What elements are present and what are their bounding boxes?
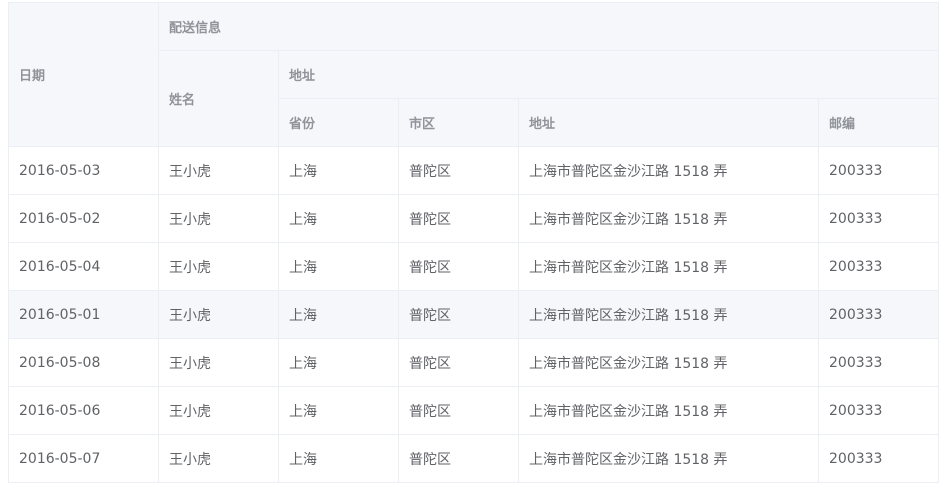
cell-zip: 200333 bbox=[817, 146, 940, 195]
table-header: 日期 配送信息 姓名 地址 省份 市区 地址 邮编 bbox=[8, 2, 940, 147]
header-delivery-info: 配送信息 bbox=[157, 2, 940, 51]
cell-zip: 200333 bbox=[817, 242, 940, 291]
cell-date: 2016-05-08 bbox=[8, 338, 159, 387]
cell-date: 2016-05-02 bbox=[8, 194, 159, 243]
table-row[interactable]: 2016-05-04 王小虎 上海 普陀区 上海市普陀区金沙江路 1518 弄 … bbox=[8, 242, 940, 291]
header-address: 地址 bbox=[518, 98, 819, 147]
cell-province: 上海 bbox=[278, 146, 399, 195]
cell-date: 2016-05-01 bbox=[8, 290, 159, 339]
table-row[interactable]: 2016-05-07 王小虎 上海 普陀区 上海市普陀区金沙江路 1518 弄 … bbox=[8, 434, 940, 483]
table-body: 2016-05-03 王小虎 上海 普陀区 上海市普陀区金沙江路 1518 弄 … bbox=[8, 146, 940, 483]
cell-address: 上海市普陀区金沙江路 1518 弄 bbox=[518, 242, 819, 291]
delivery-table-container: 日期 配送信息 姓名 地址 省份 市区 地址 邮编 2016-05-03 王小虎… bbox=[8, 2, 940, 483]
cell-city: 普陀区 bbox=[398, 434, 519, 483]
cell-name: 王小虎 bbox=[158, 338, 279, 387]
cell-date: 2016-05-06 bbox=[8, 386, 159, 435]
cell-date: 2016-05-07 bbox=[8, 434, 159, 483]
cell-zip: 200333 bbox=[817, 434, 940, 483]
cell-province: 上海 bbox=[278, 386, 399, 435]
cell-province: 上海 bbox=[278, 290, 399, 339]
table-row[interactable]: 2016-05-02 王小虎 上海 普陀区 上海市普陀区金沙江路 1518 弄 … bbox=[8, 194, 940, 243]
cell-province: 上海 bbox=[278, 194, 399, 243]
cell-name: 王小虎 bbox=[158, 194, 279, 243]
cell-province: 上海 bbox=[278, 434, 399, 483]
cell-name: 王小虎 bbox=[158, 290, 279, 339]
cell-address: 上海市普陀区金沙江路 1518 弄 bbox=[518, 194, 819, 243]
cell-address: 上海市普陀区金沙江路 1518 弄 bbox=[518, 386, 819, 435]
table-row[interactable]: 2016-05-01 王小虎 上海 普陀区 上海市普陀区金沙江路 1518 弄 … bbox=[8, 290, 940, 339]
table-row[interactable]: 2016-05-03 王小虎 上海 普陀区 上海市普陀区金沙江路 1518 弄 … bbox=[8, 146, 940, 195]
cell-address: 上海市普陀区金沙江路 1518 弄 bbox=[518, 290, 819, 339]
cell-address: 上海市普陀区金沙江路 1518 弄 bbox=[518, 146, 819, 195]
cell-name: 王小虎 bbox=[158, 146, 279, 195]
header-date: 日期 bbox=[8, 2, 159, 147]
header-province: 省份 bbox=[278, 98, 399, 147]
cell-date: 2016-05-03 bbox=[8, 146, 159, 195]
cell-city: 普陀区 bbox=[398, 146, 519, 195]
cell-zip: 200333 bbox=[817, 386, 940, 435]
cell-date: 2016-05-04 bbox=[8, 242, 159, 291]
delivery-table: 日期 配送信息 姓名 地址 省份 市区 地址 邮编 2016-05-03 王小虎… bbox=[8, 2, 940, 483]
header-address-group: 地址 bbox=[277, 50, 940, 99]
header-city: 市区 bbox=[398, 98, 519, 147]
cell-city: 普陀区 bbox=[398, 290, 519, 339]
table-row[interactable]: 2016-05-08 王小虎 上海 普陀区 上海市普陀区金沙江路 1518 弄 … bbox=[8, 338, 940, 387]
cell-name: 王小虎 bbox=[158, 386, 279, 435]
cell-city: 普陀区 bbox=[398, 194, 519, 243]
cell-city: 普陀区 bbox=[398, 242, 519, 291]
cell-address: 上海市普陀区金沙江路 1518 弄 bbox=[518, 434, 819, 483]
cell-name: 王小虎 bbox=[158, 242, 279, 291]
header-name: 姓名 bbox=[158, 50, 279, 147]
cell-zip: 200333 bbox=[817, 194, 940, 243]
cell-address: 上海市普陀区金沙江路 1518 弄 bbox=[518, 338, 819, 387]
cell-zip: 200333 bbox=[817, 338, 940, 387]
cell-province: 上海 bbox=[278, 338, 399, 387]
header-zip: 邮编 bbox=[817, 98, 940, 147]
cell-city: 普陀区 bbox=[398, 386, 519, 435]
cell-city: 普陀区 bbox=[398, 338, 519, 387]
cell-zip: 200333 bbox=[817, 290, 940, 339]
cell-province: 上海 bbox=[278, 242, 399, 291]
cell-name: 王小虎 bbox=[158, 434, 279, 483]
table-row[interactable]: 2016-05-06 王小虎 上海 普陀区 上海市普陀区金沙江路 1518 弄 … bbox=[8, 386, 940, 435]
